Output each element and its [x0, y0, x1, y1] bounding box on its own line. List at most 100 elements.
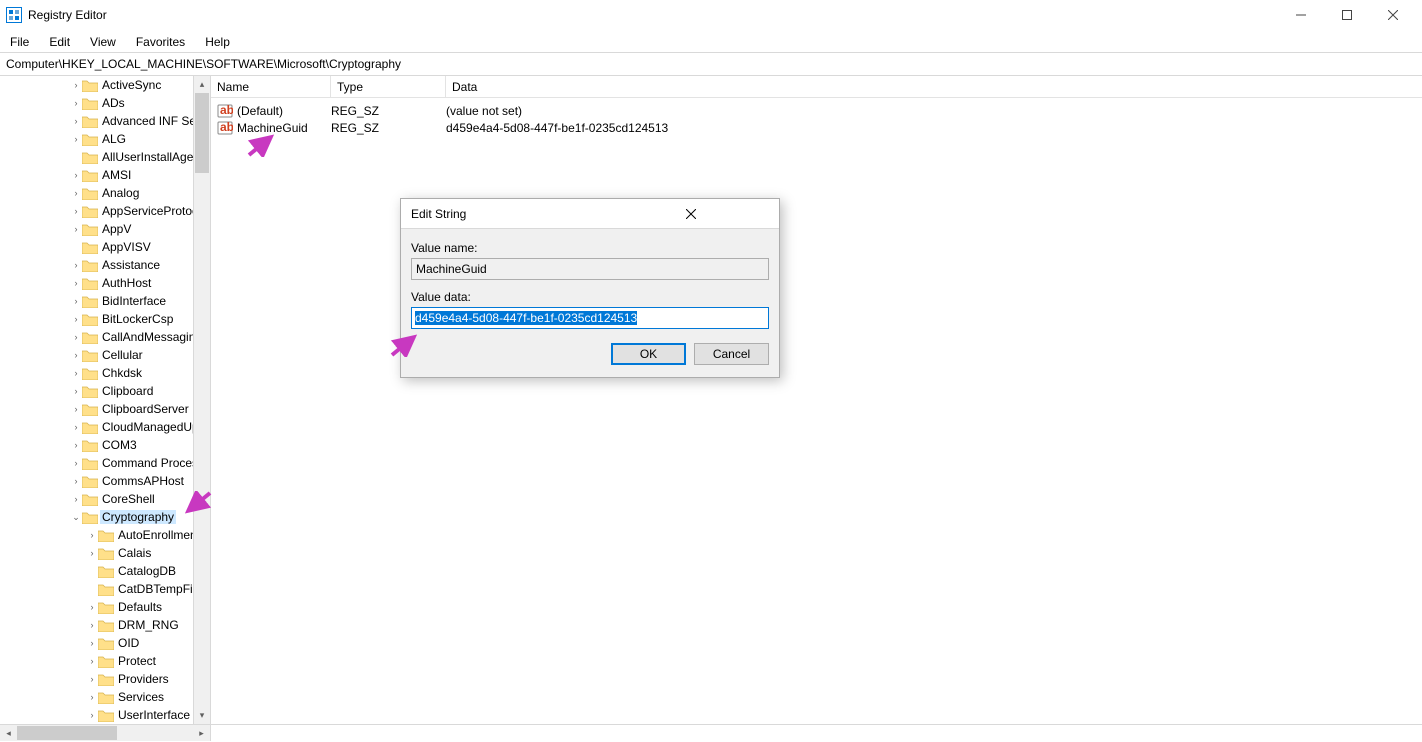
tree-item[interactable]: AllUserInstallAgent — [0, 148, 193, 166]
tree-item[interactable]: CatalogDB — [0, 562, 193, 580]
maximize-button[interactable] — [1324, 0, 1370, 30]
value-row[interactable]: ab(Default)REG_SZ(value not set) — [211, 102, 1422, 119]
column-name[interactable]: Name — [211, 76, 331, 98]
expander-closed-icon[interactable]: › — [70, 315, 82, 324]
expander-closed-icon[interactable]: › — [86, 657, 98, 666]
scroll-thumb-h[interactable] — [17, 726, 117, 740]
expander-closed-icon[interactable]: › — [70, 423, 82, 432]
tree-item[interactable]: ›COM3 — [0, 436, 193, 454]
minimize-button[interactable] — [1278, 0, 1324, 30]
expander-closed-icon[interactable]: › — [86, 621, 98, 630]
dialog-titlebar[interactable]: Edit String — [401, 199, 779, 229]
expander-closed-icon[interactable]: › — [70, 495, 82, 504]
expander-closed-icon[interactable]: › — [70, 297, 82, 306]
value-name-input[interactable]: MachineGuid — [411, 258, 769, 280]
tree-item[interactable]: ›BidInterface — [0, 292, 193, 310]
tree-item[interactable]: ›ALG — [0, 130, 193, 148]
tree-item[interactable]: AppVISV — [0, 238, 193, 256]
expander-closed-icon[interactable]: › — [70, 261, 82, 270]
tree-item[interactable]: CatDBTempFiles — [0, 580, 193, 598]
expander-open-icon[interactable]: ⌄ — [70, 513, 82, 522]
tree-item[interactable]: ›AMSI — [0, 166, 193, 184]
tree-item[interactable]: ›ADs — [0, 94, 193, 112]
expander-closed-icon[interactable]: › — [70, 279, 82, 288]
value-row[interactable]: abMachineGuidREG_SZd459e4a4-5d08-447f-be… — [211, 119, 1422, 136]
value-data-input[interactable]: d459e4a4-5d08-447f-be1f-0235cd124513 — [411, 307, 769, 329]
expander-closed-icon[interactable]: › — [70, 387, 82, 396]
expander-closed-icon[interactable]: › — [70, 405, 82, 414]
tree-item[interactable]: ›Protect — [0, 652, 193, 670]
tree-item[interactable]: ›Clipboard — [0, 382, 193, 400]
menu-edit[interactable]: Edit — [39, 31, 80, 53]
expander-closed-icon[interactable]: › — [70, 171, 82, 180]
expander-closed-icon[interactable]: › — [86, 549, 98, 558]
expander-closed-icon[interactable]: › — [70, 225, 82, 234]
tree-item[interactable]: ›CallAndMessagingShellApp — [0, 328, 193, 346]
expander-closed-icon[interactable]: › — [70, 207, 82, 216]
tree-item[interactable]: ›CommsAPHost — [0, 472, 193, 490]
values-rows[interactable]: ab(Default)REG_SZ(value not set)abMachin… — [211, 98, 1422, 136]
expander-closed-icon[interactable]: › — [70, 369, 82, 378]
expander-closed-icon[interactable]: › — [86, 693, 98, 702]
tree-item[interactable]: ›Providers — [0, 670, 193, 688]
tree-item[interactable]: ›DRM_RNG — [0, 616, 193, 634]
tree-item[interactable]: ›CloudManagedUpdate — [0, 418, 193, 436]
close-button[interactable] — [1370, 0, 1416, 30]
expander-closed-icon[interactable]: › — [86, 639, 98, 648]
tree-item[interactable]: ›Chkdsk — [0, 364, 193, 382]
tree-item[interactable]: ›OID — [0, 634, 193, 652]
tree-item[interactable]: ›CoreShell — [0, 490, 193, 508]
tree-item[interactable]: ›Analog — [0, 184, 193, 202]
column-data[interactable]: Data — [446, 76, 1422, 98]
expander-closed-icon[interactable]: › — [70, 477, 82, 486]
tree-item[interactable]: ›ClipboardServer — [0, 400, 193, 418]
scroll-right-button[interactable]: ▸ — [193, 725, 210, 741]
column-type[interactable]: Type — [331, 76, 446, 98]
menu-file[interactable]: File — [0, 31, 39, 53]
tree-item[interactable]: ›ActiveSync — [0, 76, 193, 94]
tree-item[interactable]: ›AppV — [0, 220, 193, 238]
expander-closed-icon[interactable]: › — [70, 441, 82, 450]
expander-closed-icon[interactable]: › — [70, 459, 82, 468]
scroll-up-button[interactable]: ▴ — [194, 76, 210, 93]
scroll-track-h[interactable] — [17, 725, 193, 741]
scroll-left-button[interactable]: ◂ — [0, 725, 17, 741]
scroll-thumb[interactable] — [195, 93, 209, 173]
expander-closed-icon[interactable]: › — [86, 531, 98, 540]
expander-closed-icon[interactable]: › — [70, 99, 82, 108]
tree-item[interactable]: ›Calais — [0, 544, 193, 562]
tree-inner[interactable]: ›ActiveSync›ADs›Advanced INF Setup›ALGAl… — [0, 76, 193, 724]
tree-item[interactable]: ⌄Cryptography — [0, 508, 193, 526]
expander-closed-icon[interactable]: › — [70, 81, 82, 90]
tree-vertical-scrollbar[interactable]: ▴ ▾ — [193, 76, 210, 724]
tree-item[interactable]: ›Cellular — [0, 346, 193, 364]
ok-button[interactable]: OK — [611, 343, 686, 365]
tree-item[interactable]: ›AppServiceProtocols — [0, 202, 193, 220]
tree-item[interactable]: ›UserInterface — [0, 706, 193, 724]
address-input[interactable] — [6, 57, 1416, 71]
scroll-down-button[interactable]: ▾ — [194, 707, 210, 724]
dialog-close-button[interactable] — [604, 199, 779, 229]
expander-closed-icon[interactable]: › — [70, 117, 82, 126]
menu-help[interactable]: Help — [195, 31, 240, 53]
tree-item[interactable]: ›Defaults — [0, 598, 193, 616]
tree-horizontal-scrollbar[interactable]: ◂ ▸ — [0, 725, 211, 741]
menu-view[interactable]: View — [80, 31, 126, 53]
scroll-track[interactable] — [194, 93, 210, 707]
cancel-button[interactable]: Cancel — [694, 343, 769, 365]
tree-item[interactable]: ›Command Processor — [0, 454, 193, 472]
tree-item[interactable]: ›AutoEnrollment — [0, 526, 193, 544]
tree-item[interactable]: ›Assistance — [0, 256, 193, 274]
expander-closed-icon[interactable]: › — [70, 333, 82, 342]
tree-item[interactable]: ›Services — [0, 688, 193, 706]
expander-closed-icon[interactable]: › — [70, 351, 82, 360]
menu-favorites[interactable]: Favorites — [126, 31, 195, 53]
expander-closed-icon[interactable]: › — [70, 135, 82, 144]
expander-closed-icon[interactable]: › — [86, 603, 98, 612]
tree-item[interactable]: ›AuthHost — [0, 274, 193, 292]
tree-item[interactable]: ›Advanced INF Setup — [0, 112, 193, 130]
expander-closed-icon[interactable]: › — [86, 675, 98, 684]
expander-closed-icon[interactable]: › — [86, 711, 98, 720]
expander-closed-icon[interactable]: › — [70, 189, 82, 198]
tree-item[interactable]: ›BitLockerCsp — [0, 310, 193, 328]
